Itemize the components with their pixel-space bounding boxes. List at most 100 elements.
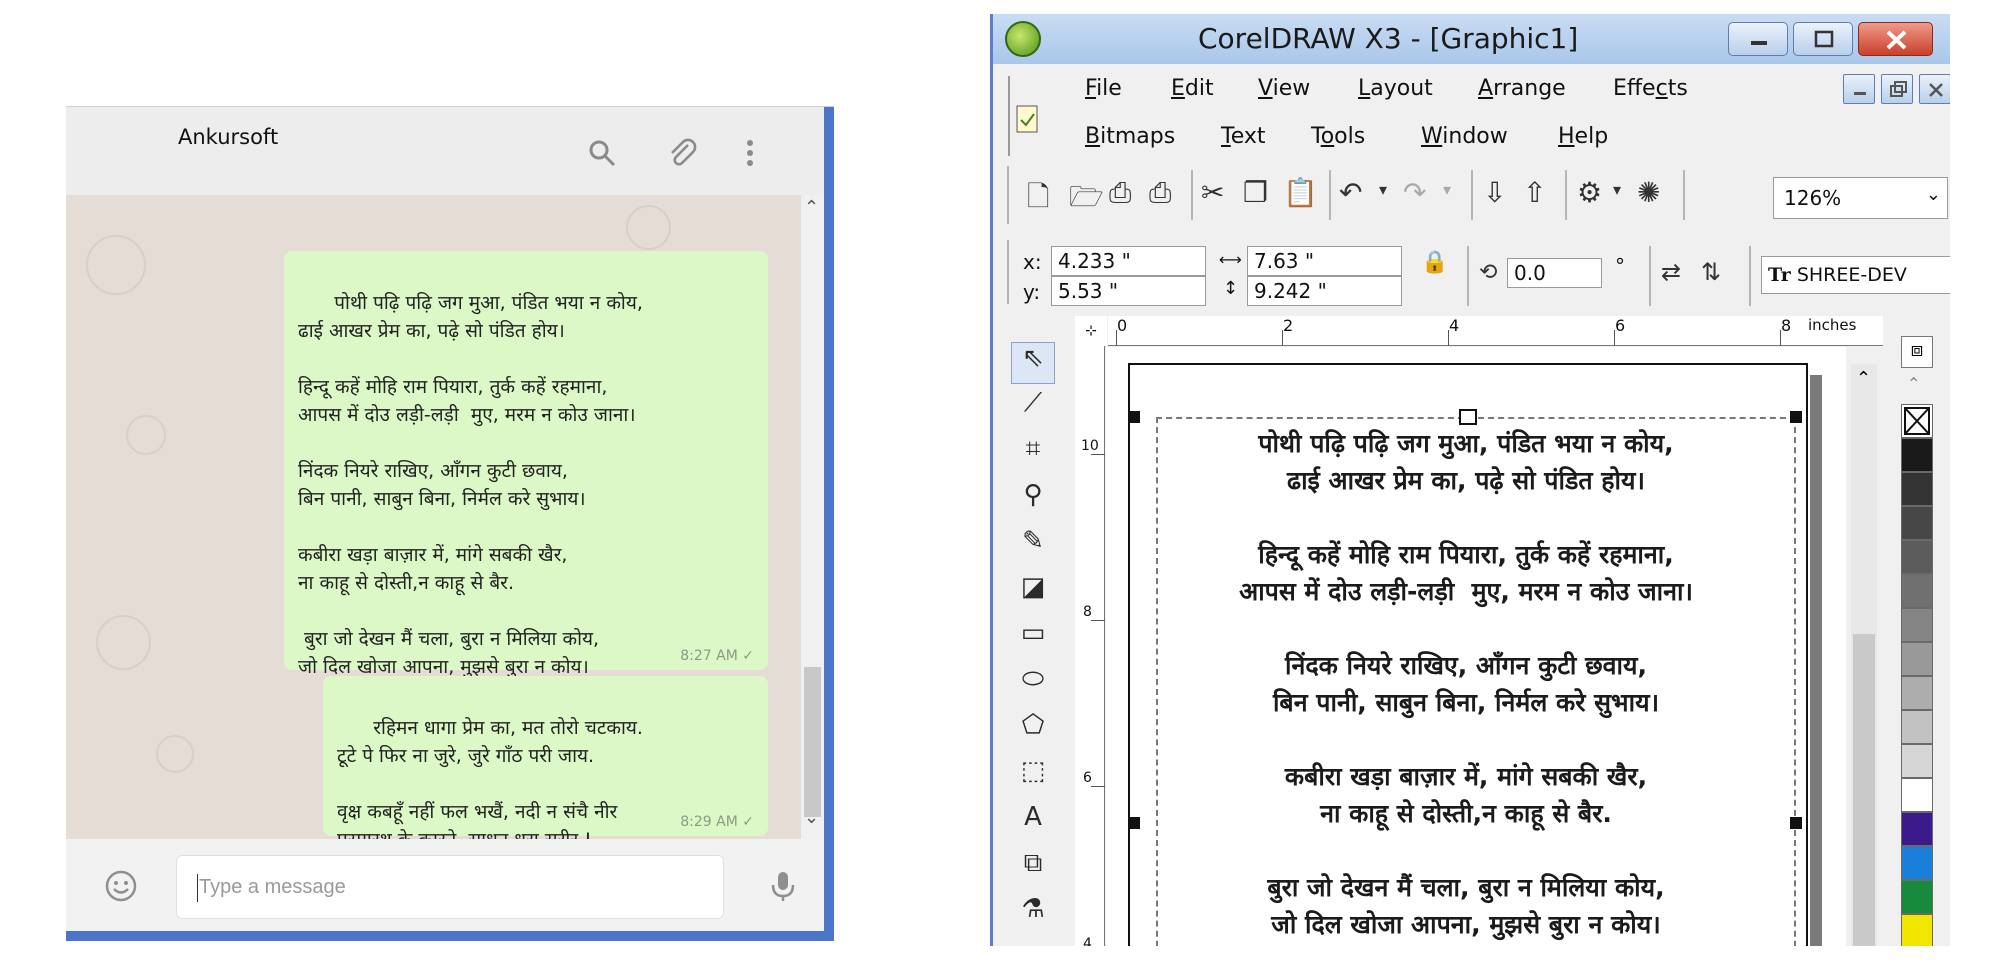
color-swatch[interactable] <box>1901 642 1933 676</box>
close-button[interactable] <box>1858 22 1933 56</box>
rotation-field[interactable]: 0.0 <box>1507 258 1602 288</box>
color-swatch[interactable] <box>1901 608 1933 642</box>
menu-tools[interactable]: Tools <box>1311 124 1365 149</box>
copy-icon[interactable]: ❐ <box>1243 176 1268 209</box>
text-tool-icon[interactable]: A <box>1011 802 1055 844</box>
ellipse-tool-icon[interactable]: ⬭ <box>1011 664 1055 706</box>
color-swatch[interactable] <box>1901 540 1933 574</box>
zoom-tool-icon[interactable]: ⚲ <box>1011 480 1055 522</box>
save-icon[interactable]: ⎙ <box>1109 176 1131 210</box>
mirror-horizontal-icon[interactable]: ⇄ <box>1661 258 1681 286</box>
mirror-vertical-icon[interactable]: ⇅ <box>1701 258 1721 286</box>
cut-icon[interactable]: ✂ <box>1201 176 1224 209</box>
contact-name[interactable]: Ankursoft <box>178 125 278 149</box>
doc-restore-button[interactable] <box>1881 74 1913 104</box>
application-launcher-icon[interactable]: ⚙ <box>1577 176 1602 209</box>
color-swatch[interactable] <box>1901 846 1933 880</box>
color-swatch[interactable] <box>1901 710 1933 744</box>
color-swatch[interactable] <box>1901 506 1933 540</box>
crop-tool-icon[interactable]: ⌗ <box>1011 434 1055 476</box>
undo-dropdown-icon[interactable]: ▾ <box>1379 180 1387 199</box>
color-swatch[interactable] <box>1901 880 1933 914</box>
undo-icon[interactable]: ↶ <box>1339 176 1362 209</box>
chat-area[interactable]: पोथी पढ़ि पढ़ि जग मुआ, पंडित भया न कोय, … <box>66 195 801 839</box>
height-field[interactable]: 9.242 " <box>1247 276 1402 306</box>
microphone-icon[interactable] <box>766 869 800 903</box>
color-swatch[interactable] <box>1901 472 1933 506</box>
launcher-dropdown-icon[interactable]: ▾ <box>1613 180 1621 199</box>
smart-fill-tool-icon[interactable]: ◪ <box>1011 572 1055 614</box>
shape-tool-icon[interactable]: ⟋ <box>1011 388 1055 430</box>
menu-help[interactable]: Help <box>1558 124 1608 149</box>
export-icon[interactable]: ⇧ <box>1523 176 1546 209</box>
redo-icon[interactable]: ↷ <box>1403 176 1426 209</box>
no-color-swatch[interactable] <box>1901 404 1933 438</box>
menu-layout[interactable]: Layout <box>1358 76 1433 101</box>
doc-close-button[interactable] <box>1919 74 1950 104</box>
scroll-up-icon[interactable]: ⌃ <box>804 197 819 218</box>
basic-shapes-tool-icon[interactable]: ⬚ <box>1011 756 1055 798</box>
import-icon[interactable]: ⇩ <box>1483 176 1506 209</box>
lock-ratio-icon[interactable]: 🔒 <box>1421 250 1448 275</box>
menu-effects[interactable]: Effects <box>1613 76 1688 101</box>
docker-icon[interactable]: ⧈ <box>1901 336 1933 368</box>
scrollbar-thumb[interactable] <box>1853 634 1875 946</box>
zoom-select[interactable]: 126% ⌄ <box>1773 177 1948 219</box>
message-input[interactable]: Type a message <box>176 855 724 919</box>
toolbar-separator <box>1649 246 1651 306</box>
color-swatch[interactable] <box>1901 574 1933 608</box>
interactive-blend-tool-icon[interactable]: ⧉ <box>1011 848 1055 890</box>
menu-icon[interactable] <box>734 137 766 169</box>
menu-file[interactable]: File <box>1085 76 1122 101</box>
doc-minimize-button[interactable] <box>1843 74 1875 104</box>
palette-up-icon[interactable]: ⌃ <box>1907 374 1920 393</box>
color-swatch[interactable] <box>1901 676 1933 710</box>
canvas-text[interactable]: पोथी पढ़ि पढ़ि जग मुआ, पंडित भया न कोय, … <box>1136 425 1796 943</box>
redo-dropdown-icon[interactable]: ▾ <box>1443 180 1451 199</box>
attach-icon[interactable] <box>666 137 698 169</box>
paste-icon[interactable]: 📋 <box>1283 176 1318 209</box>
scroll-up-icon[interactable]: ⌃ <box>1856 368 1871 389</box>
eyedropper-tool-icon[interactable]: ⚗ <box>1011 894 1055 936</box>
search-icon[interactable] <box>586 137 618 169</box>
drawing-canvas[interactable]: पोथी पढ़ि पढ़ि जग मुआ, पंडित भया न कोय, … <box>1106 347 1846 946</box>
open-icon[interactable]: 🗁 <box>1069 176 1104 224</box>
message-bubble[interactable]: रहिमन धागा प्रेम का, मत तोरो चटकाय. टूटे… <box>323 676 768 839</box>
x-label: x: <box>1023 250 1042 274</box>
color-swatch[interactable] <box>1901 812 1933 846</box>
print-icon[interactable]: ⎙ <box>1149 176 1171 210</box>
color-swatch[interactable] <box>1901 438 1933 472</box>
selection-handle[interactable] <box>1790 411 1802 423</box>
title-bar[interactable]: CorelDRAW X3 - [Graphic1] <box>993 14 1950 64</box>
x-position-field[interactable]: 4.233 " <box>1051 246 1206 276</box>
menu-text[interactable]: Text <box>1221 124 1266 149</box>
menu-arrange[interactable]: Arrange <box>1478 76 1566 101</box>
new-document-icon[interactable]: 🗋 <box>1027 176 1050 224</box>
horizontal-ruler[interactable]: 0 2 4 6 8 inches <box>1108 316 1883 346</box>
toolbar-separator <box>1565 170 1567 220</box>
y-position-field[interactable]: 5.53 " <box>1051 276 1206 306</box>
pick-tool-icon[interactable]: ⇖ <box>1011 342 1055 384</box>
rectangle-tool-icon[interactable]: ▭ <box>1011 618 1055 660</box>
menu-view[interactable]: View <box>1258 76 1310 101</box>
polygon-tool-icon[interactable]: ⬠ <box>1011 710 1055 752</box>
ruler-origin-icon[interactable]: ⊹ <box>1075 316 1107 346</box>
color-swatch[interactable] <box>1901 914 1933 946</box>
maximize-button[interactable] <box>1793 22 1853 56</box>
color-swatch[interactable] <box>1901 744 1933 778</box>
menu-window[interactable]: Window <box>1421 124 1508 149</box>
menu-edit[interactable]: Edit <box>1171 76 1214 101</box>
scrollbar-thumb[interactable] <box>804 667 821 817</box>
menu-bitmaps[interactable]: Bitmaps <box>1085 124 1175 149</box>
vertical-ruler[interactable]: 10 8 6 4 <box>1075 346 1105 946</box>
width-field[interactable]: 7.63 " <box>1247 246 1402 276</box>
selection-handle[interactable] <box>1128 411 1140 423</box>
font-select[interactable]: Tr SHREE-DEV <box>1761 256 1950 294</box>
emoji-icon[interactable] <box>104 869 138 903</box>
color-swatch[interactable] <box>1901 778 1933 812</box>
minimize-button[interactable] <box>1728 22 1788 56</box>
message-bubble[interactable]: पोथी पढ़ि पढ़ि जग मुआ, पंडित भया न कोय, … <box>284 251 768 678</box>
freehand-tool-icon[interactable]: ✎ <box>1011 526 1055 568</box>
text-frame-handle[interactable] <box>1459 409 1477 425</box>
corel-online-icon[interactable]: ✺ <box>1637 176 1660 209</box>
